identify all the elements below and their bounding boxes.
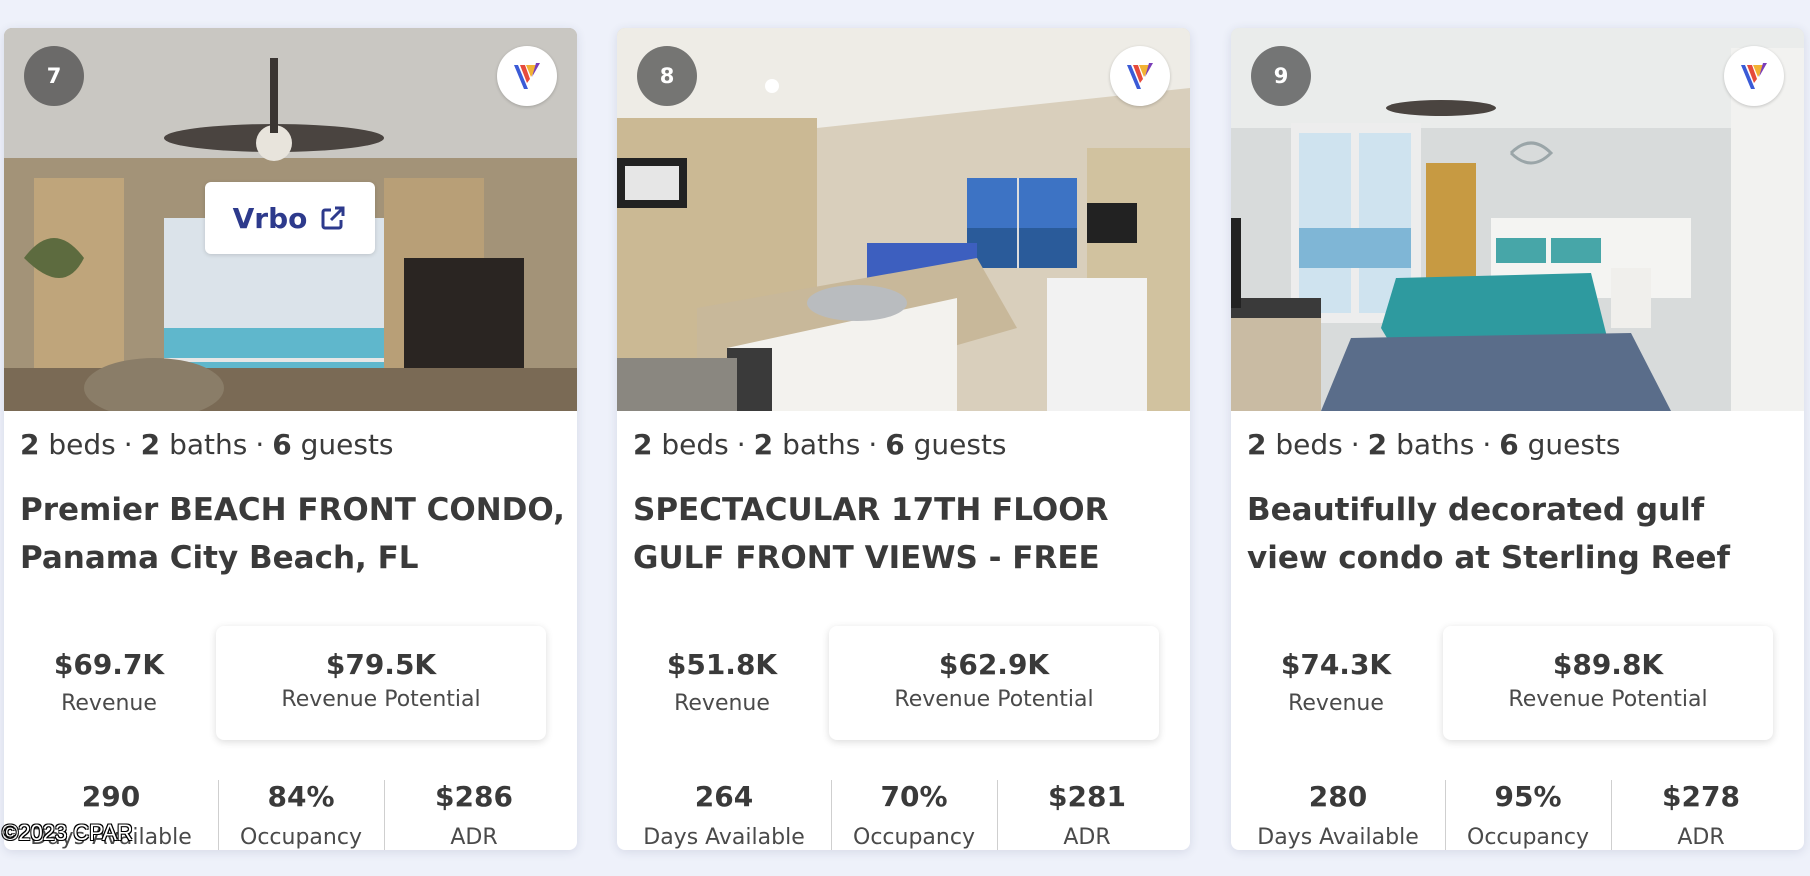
occupancy-label: Occupancy — [240, 825, 362, 850]
listing-photo[interactable]: 7 Vrbo — [4, 28, 577, 411]
rank-badge: 9 — [1251, 46, 1311, 106]
listing-card-8[interactable]: 8 2 beds · 2 baths · 6 guests SPECTACULAR 17… — [617, 28, 1190, 850]
vrbo-logo-icon[interactable] — [1110, 46, 1170, 106]
listing-card-9[interactable]: 9 2 beds · 2 baths · 6 guests Beautifully de… — [1231, 28, 1804, 850]
revenue-value: $74.3K — [1280, 648, 1392, 681]
days-available-label: Days Available — [643, 825, 805, 850]
revenue-value: $51.8K — [666, 648, 778, 681]
occupancy-value: 84% — [267, 780, 335, 813]
revenue-label: Revenue — [674, 691, 770, 716]
occupancy-label: Occupancy — [853, 825, 975, 850]
revenue-potential-value: $79.5K — [325, 648, 437, 681]
revenue-potential-block: $89.8K Revenue Potential — [1443, 626, 1773, 740]
revenue-block: $69.7K Revenue — [4, 626, 214, 716]
listing-photo[interactable]: 9 — [1231, 28, 1804, 411]
adr-stat: $281 ADR — [997, 780, 1177, 850]
listing-specs: 2 beds · 2 baths · 6 guests — [1247, 428, 1621, 461]
revenue-label: Revenue — [61, 691, 157, 716]
vrbo-link-button[interactable]: Vrbo — [205, 182, 375, 254]
adr-label: ADR — [1677, 825, 1725, 850]
revenue-potential-block: $62.9K Revenue Potential — [829, 626, 1159, 740]
occupancy-label: Occupancy — [1467, 825, 1589, 850]
revenue-potential-label: Revenue Potential — [894, 687, 1094, 712]
adr-stat: $286 ADR — [384, 780, 564, 850]
revenue-potential-block: $79.5K Revenue Potential — [216, 626, 546, 740]
listing-photo[interactable]: 8 — [617, 28, 1190, 411]
listing-card-7[interactable]: 7 Vrbo 2 beds · 2 baths · 6 guests Premier B… — [4, 28, 577, 850]
occupancy-value: 70% — [880, 780, 948, 813]
vrbo-logo-icon[interactable] — [497, 46, 557, 106]
adr-value: $281 — [1048, 780, 1126, 813]
adr-label: ADR — [450, 825, 498, 850]
kitchen-image — [617, 28, 1190, 411]
days-available-value: 264 — [694, 780, 754, 813]
revenue-potential-value: $62.9K — [938, 648, 1050, 681]
listing-specs: 2 beds · 2 baths · 6 guests — [20, 428, 394, 461]
copyright-watermark: ©2023 CPAR — [2, 820, 133, 845]
days-available-value: 280 — [1308, 780, 1368, 813]
occupancy-value: 95% — [1494, 780, 1562, 813]
occupancy-stat: 84% Occupancy — [218, 780, 384, 850]
bedroom-image — [1231, 28, 1804, 411]
adr-stat: $278 ADR — [1611, 780, 1791, 850]
adr-label: ADR — [1063, 825, 1111, 850]
adr-value: $286 — [435, 780, 513, 813]
adr-value: $278 — [1662, 780, 1740, 813]
rank-badge: 8 — [637, 46, 697, 106]
revenue-label: Revenue — [1288, 691, 1384, 716]
days-available-stat: 264 Days Available — [617, 780, 831, 850]
days-available-label: Days Available — [1257, 825, 1419, 850]
revenue-value: $69.7K — [53, 648, 165, 681]
listing-title[interactable]: Premier BEACH FRONT CONDO, Panama City B… — [20, 486, 565, 582]
rank-badge: 7 — [24, 46, 84, 106]
external-link-icon — [321, 206, 345, 230]
revenue-potential-label: Revenue Potential — [281, 687, 481, 712]
revenue-block: $51.8K Revenue — [617, 626, 827, 716]
revenue-potential-value: $89.8K — [1552, 648, 1664, 681]
vrbo-logo-icon[interactable] — [1724, 46, 1784, 106]
listing-specs: 2 beds · 2 baths · 6 guests — [633, 428, 1007, 461]
vrbo-link-label: Vrbo — [232, 201, 308, 235]
listing-title[interactable]: SPECTACULAR 17TH FLOOR GULF FRONT VIEWS … — [633, 486, 1178, 582]
occupancy-stat: 95% Occupancy — [1445, 780, 1611, 850]
revenue-potential-label: Revenue Potential — [1508, 687, 1708, 712]
listing-title[interactable]: Beautifully decorated gulf view condo at… — [1247, 486, 1792, 582]
days-available-stat: 280 Days Available — [1231, 780, 1445, 850]
days-available-value: 290 — [81, 780, 141, 813]
occupancy-stat: 70% Occupancy — [831, 780, 997, 850]
revenue-block: $74.3K Revenue — [1231, 626, 1441, 716]
